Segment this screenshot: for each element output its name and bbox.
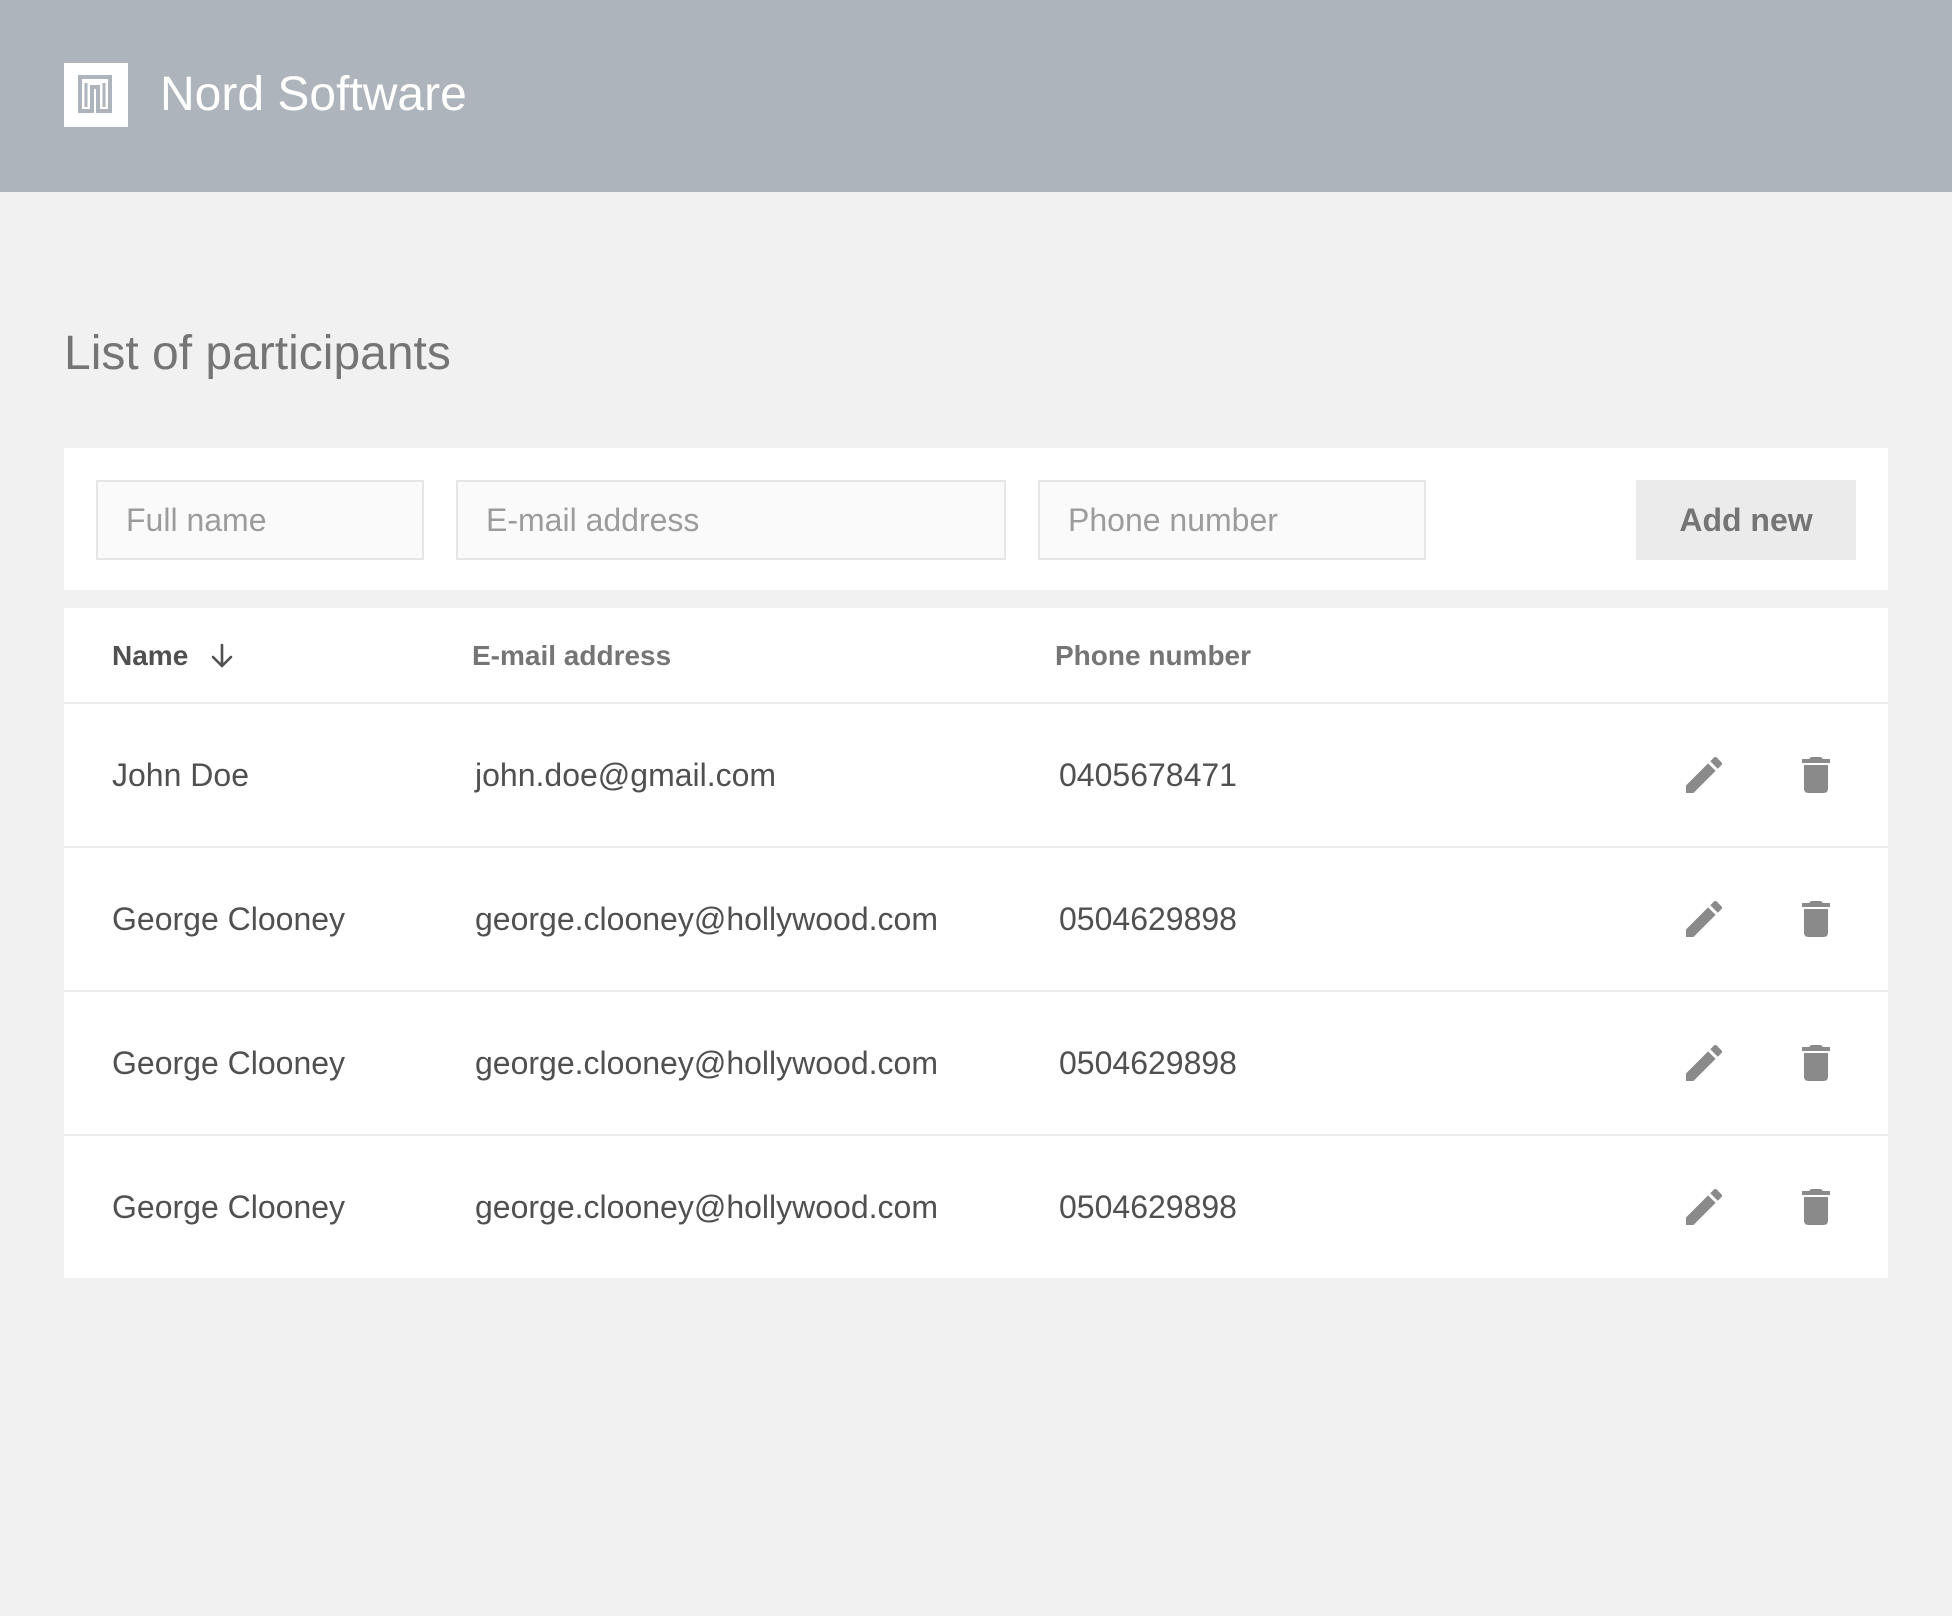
participant-name: George Clooney — [112, 1045, 346, 1081]
brand-name: Nord Software — [160, 68, 467, 121]
app-header: Nord Software — [0, 0, 1952, 192]
email-input[interactable] — [456, 480, 1006, 560]
participant-email: john.doe@gmail.com — [475, 757, 777, 793]
column-header-name-label: Name — [112, 640, 189, 671]
participant-phone: 0405678471 — [1059, 757, 1237, 793]
add-new-button[interactable]: Add new — [1636, 480, 1856, 560]
trash-icon[interactable] — [1792, 895, 1840, 943]
add-participant-form: Add new — [64, 448, 1888, 590]
arrow-down-icon[interactable] — [208, 642, 236, 670]
pencil-icon[interactable] — [1680, 1039, 1728, 1087]
trash-icon[interactable] — [1792, 1039, 1840, 1087]
participant-name: George Clooney — [112, 1189, 346, 1225]
full-name-input[interactable] — [96, 480, 424, 560]
trash-icon[interactable] — [1792, 751, 1840, 799]
participant-phone: 0504629898 — [1059, 1045, 1237, 1081]
table-row: John Doe john.doe@gmail.com 0405678471 — [64, 704, 1888, 848]
nord-logo-icon — [64, 63, 128, 127]
phone-input[interactable] — [1038, 480, 1426, 560]
column-header-phone[interactable]: Phone number — [1055, 608, 1251, 704]
table-row: George Clooney george.clooney@hollywood.… — [64, 992, 1888, 1136]
participant-email: george.clooney@hollywood.com — [475, 901, 938, 937]
table-header: Name E-mail address Phone number — [64, 608, 1888, 704]
column-header-email[interactable]: E-mail address — [472, 608, 671, 704]
participant-email: george.clooney@hollywood.com — [475, 1189, 938, 1225]
participant-name: George Clooney — [112, 901, 346, 937]
page-title: List of participants — [64, 327, 451, 380]
participant-name: John Doe — [112, 757, 249, 793]
table-row: George Clooney george.clooney@hollywood.… — [64, 1136, 1888, 1280]
participant-phone: 0504629898 — [1059, 901, 1237, 937]
pencil-icon[interactable] — [1680, 895, 1728, 943]
table-row: George Clooney george.clooney@hollywood.… — [64, 848, 1888, 992]
participant-phone: 0504629898 — [1059, 1189, 1237, 1225]
column-header-name[interactable]: Name — [112, 608, 188, 704]
pencil-icon[interactable] — [1680, 751, 1728, 799]
participant-email: george.clooney@hollywood.com — [475, 1045, 938, 1081]
trash-icon[interactable] — [1792, 1183, 1840, 1231]
pencil-icon[interactable] — [1680, 1183, 1728, 1231]
participants-table: Name E-mail address Phone number John Do… — [64, 608, 1888, 1278]
